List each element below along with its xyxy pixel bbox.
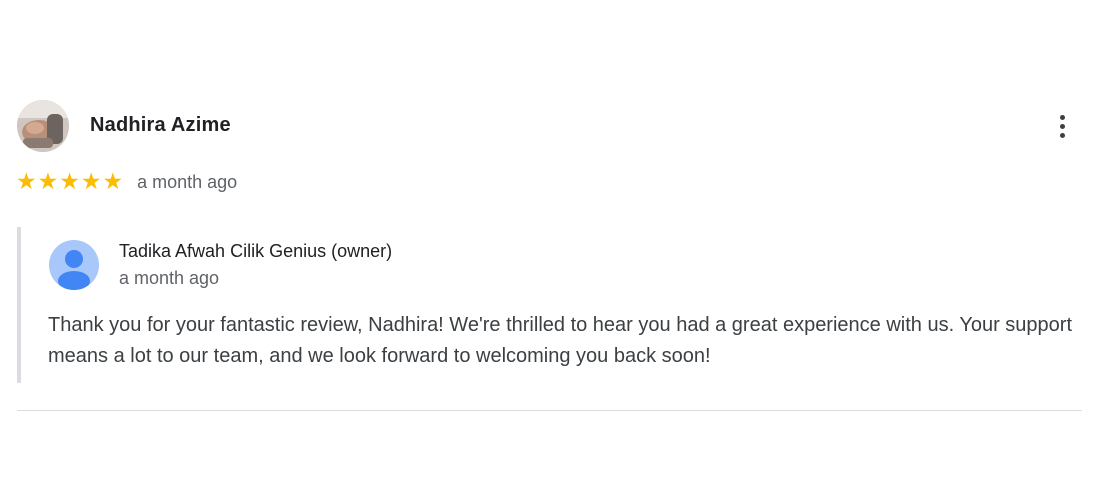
reviewer-photo-icon xyxy=(17,100,69,152)
owner-reply-timestamp: a month ago xyxy=(119,268,220,288)
star-icon: ★ xyxy=(80,169,102,195)
reviewer-name[interactable]: Nadhira Azime xyxy=(90,114,231,137)
more-vert-icon-dot xyxy=(1059,132,1065,138)
star-icon: ★ xyxy=(37,169,59,195)
more-vert-icon-dot xyxy=(1059,123,1065,129)
owner-name: Tadika Afwah Cilik Genius (owner) xyxy=(119,241,393,261)
star-icon: ★ xyxy=(16,169,37,195)
more-options-button[interactable] xyxy=(1048,108,1076,144)
default-user-icon xyxy=(58,250,90,290)
owner-reply: Tadika Afwah Cilik Genius (owner) a mont… xyxy=(17,227,1086,383)
rating-row: ★ ★ ★ ★ ★ a month ago xyxy=(16,168,237,196)
review-timestamp: a month ago xyxy=(137,171,238,192)
star-icon: ★ xyxy=(59,169,80,195)
star-icon: ★ xyxy=(102,169,124,195)
more-vert-icon xyxy=(1059,114,1065,120)
review-card: Nadhira Azime ★ ★ ★ ★ ★ a month ago Tadika A… xyxy=(0,0,1100,500)
owner-avatar[interactable] xyxy=(49,240,99,290)
owner-reply-text: Thank you for your fantastic review, Nad… xyxy=(48,314,1073,367)
reviewer-avatar[interactable] xyxy=(17,100,69,152)
star-rating: ★ ★ ★ ★ ★ xyxy=(16,168,123,196)
review-divider xyxy=(17,410,1082,411)
